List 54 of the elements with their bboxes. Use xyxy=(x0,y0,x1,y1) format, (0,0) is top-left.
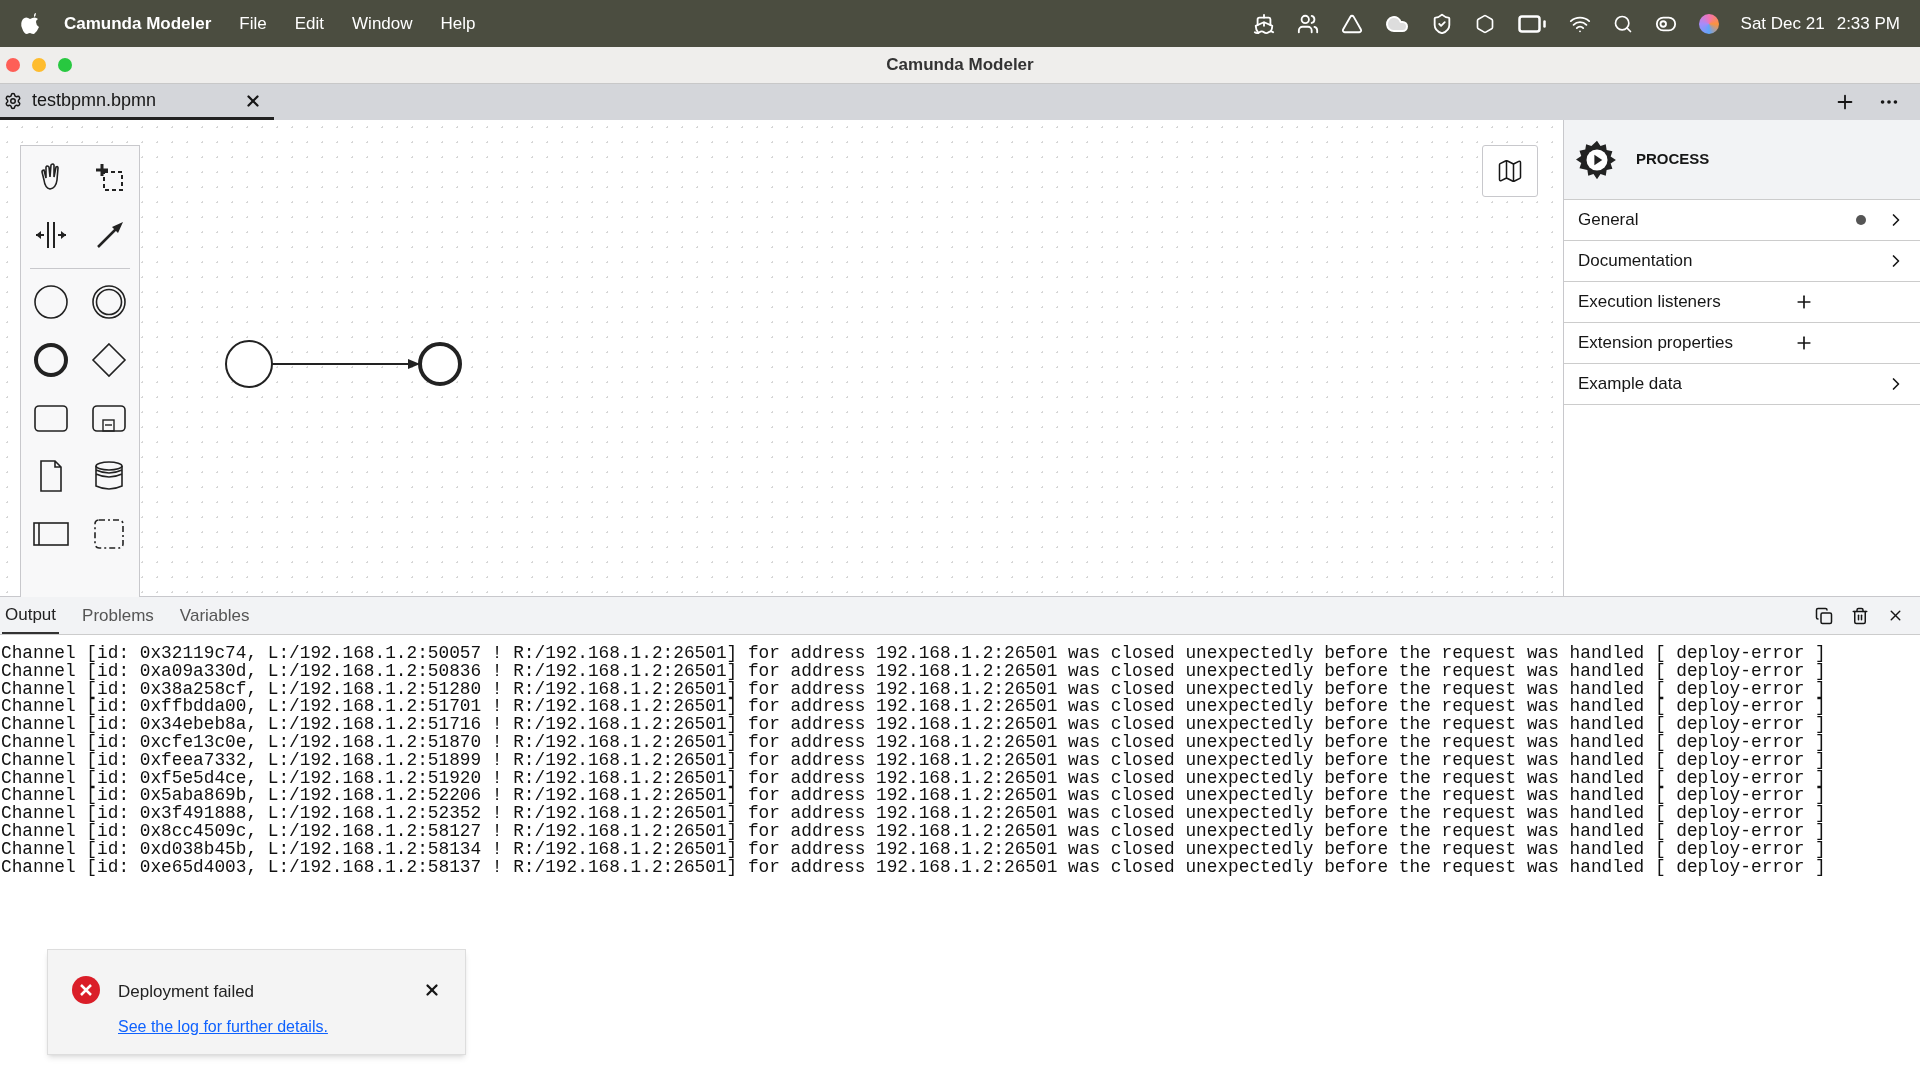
window-title: Camunda Modeler xyxy=(886,54,1034,77)
end-event xyxy=(418,342,462,386)
panel-tab[interactable]: Problems xyxy=(79,597,157,634)
menu-item[interactable]: Edit xyxy=(294,10,325,37)
start-event-icon[interactable] xyxy=(32,283,70,321)
log-line: Channel [id: 0xcfe13c0e, L:/192.168.1.2:51870 ! R:/192.168.1.2:26501] for address 192.168.1.2:26501 was closed unexpectedly before the request was handled [ deploy-error ] xyxy=(1,734,1827,752)
menu-bar-date: Sat Dec 21 xyxy=(1740,12,1825,35)
assistant-icon xyxy=(1698,13,1719,34)
close-toast-icon[interactable] xyxy=(423,981,441,999)
error-icon xyxy=(72,976,100,1004)
trash-icon[interactable] xyxy=(1851,606,1869,625)
log-link[interactable]: See the log for further details. xyxy=(118,1014,328,1039)
properties-group-header[interactable]: Extension properties xyxy=(1564,323,1920,364)
minimap-button[interactable] xyxy=(1482,145,1538,197)
process-gear-icon xyxy=(1576,138,1618,181)
log-line: Channel [id: 0xfeea7332, L:/192.168.1.2:51899 ! R:/192.168.1.2:26501] for address 192.168.1.2:26501 was closed unexpectedly before the request was handled [ deploy-error ] xyxy=(1,751,1827,770)
copy-icon[interactable] xyxy=(1815,606,1833,625)
map-icon xyxy=(1496,157,1524,185)
log-line: Channel [id: 0xd038b45b, L:/192.168.1.2:58134 ! R:/192.168.1.2:26501] for address 192.168.1.2:26501 was closed unexpectedly before the request was handled [ deploy-error ] xyxy=(1,840,1827,859)
apple-icon xyxy=(20,12,40,35)
log-line: Channel [id: 0x38a258cf, L:/192.168.1.2:51280 ! R:/192.168.1.2:26501] for address 192.168.1.2:26501 was closed unexpectedly before the request was handled [ deploy-error ] xyxy=(1,680,1827,699)
log-line: Channel [id: 0xf5e5d4ce, L:/192.168.1.2:51920 ! R:/192.168.1.2:26501] for address 192.168.1.2:26501 was closed unexpectedly before the request was handled [ deploy-error ] xyxy=(1,769,1827,788)
panel-tab[interactable]: Output xyxy=(2,597,60,634)
properties-group-header[interactable]: Example data xyxy=(1564,364,1920,405)
log-line: Channel [id: 0x32119c74, L:/192.168.1.2:50057 ! R:/192.168.1.2:26501] for address 192.168.1.2:26501 was closed unexpectedly before the request was handled [ deploy-error ] xyxy=(1,645,1827,663)
app-name: Camunda Modeler xyxy=(64,12,212,35)
log-line: Channel [id: 0xffbdda00, L:/192.168.1.2:51701 ! R:/192.168.1.2:26501] for address 192.168.1.2:26501 was closed unexpectedly before the request was handled [ deploy-error ] xyxy=(1,698,1827,717)
process-gear-icon xyxy=(4,91,22,110)
properties-group-header[interactable]: Documentation xyxy=(1564,241,1920,282)
log-line: Channel [id: 0x5aba869b, L:/192.168.1.2:52206 ! R:/192.168.1.2:26501] for address 192.168.1.2:26501 was closed unexpectedly before the request was handled [ deploy-error ] xyxy=(1,787,1827,806)
menu-item[interactable]: File xyxy=(239,10,267,37)
people-icon xyxy=(1296,12,1319,35)
menu-item[interactable]: Window xyxy=(352,10,413,37)
gateway-icon[interactable] xyxy=(90,341,128,379)
panel-tab[interactable]: Variables xyxy=(176,597,253,634)
end-event-icon[interactable] xyxy=(32,341,70,379)
close-window-button[interactable] xyxy=(6,58,20,72)
intermediate-event-icon[interactable] xyxy=(90,283,128,321)
log-line: Channel [id: 0xe65d4003, L:/192.168.1.2:58137 ! R:/192.168.1.2:26501] for address 192.168.1.2:26501 was closed unexpectedly before the request was handled [ deploy-error ] xyxy=(1,858,1827,877)
log-line: Channel [id: 0x8cc4509c, L:/192.168.1.2:58127 ! R:/192.168.1.2:26501] for address 192.168.1.2:26501 was closed unexpectedly before the request was handled [ deploy-error ] xyxy=(1,822,1827,841)
hexagon-icon xyxy=(1474,13,1495,34)
triangle-icon xyxy=(1340,12,1363,35)
properties-group-header[interactable]: Execution listeners xyxy=(1564,282,1920,323)
start-event xyxy=(225,340,273,388)
search-icon xyxy=(1612,13,1633,34)
menu-bar-time: 2:33 PM xyxy=(1836,12,1900,35)
log-line: Channel [id: 0xa09a330d, L:/192.168.1.2:50836 ! R:/192.168.1.2:26501] for address 192.168.1.2:26501 was closed unexpectedly before the request was handled [ deploy-error ] xyxy=(1,662,1827,681)
ship-icon xyxy=(1252,12,1275,35)
toast-title: Deployment failed xyxy=(118,981,256,1003)
properties-group-header[interactable]: General xyxy=(1564,200,1920,241)
properties-title: PROCESS xyxy=(1636,149,1710,170)
menu-item[interactable]: Help xyxy=(440,10,476,37)
log-line: Channel [id: 0x34ebeb8a, L:/192.168.1.2:51716 ! R:/192.168.1.2:26501] for address 192.168.1.2:26501 was closed unexpectedly before the request was handled [ deploy-error ] xyxy=(1,716,1827,734)
log-line: Channel [id: 0x3f491888, L:/192.168.1.2:52352 ! R:/192.168.1.2:26501] for address 192.168.1.2:26501 was closed unexpectedly before the request was handled [ deploy-error ] xyxy=(1,805,1827,823)
